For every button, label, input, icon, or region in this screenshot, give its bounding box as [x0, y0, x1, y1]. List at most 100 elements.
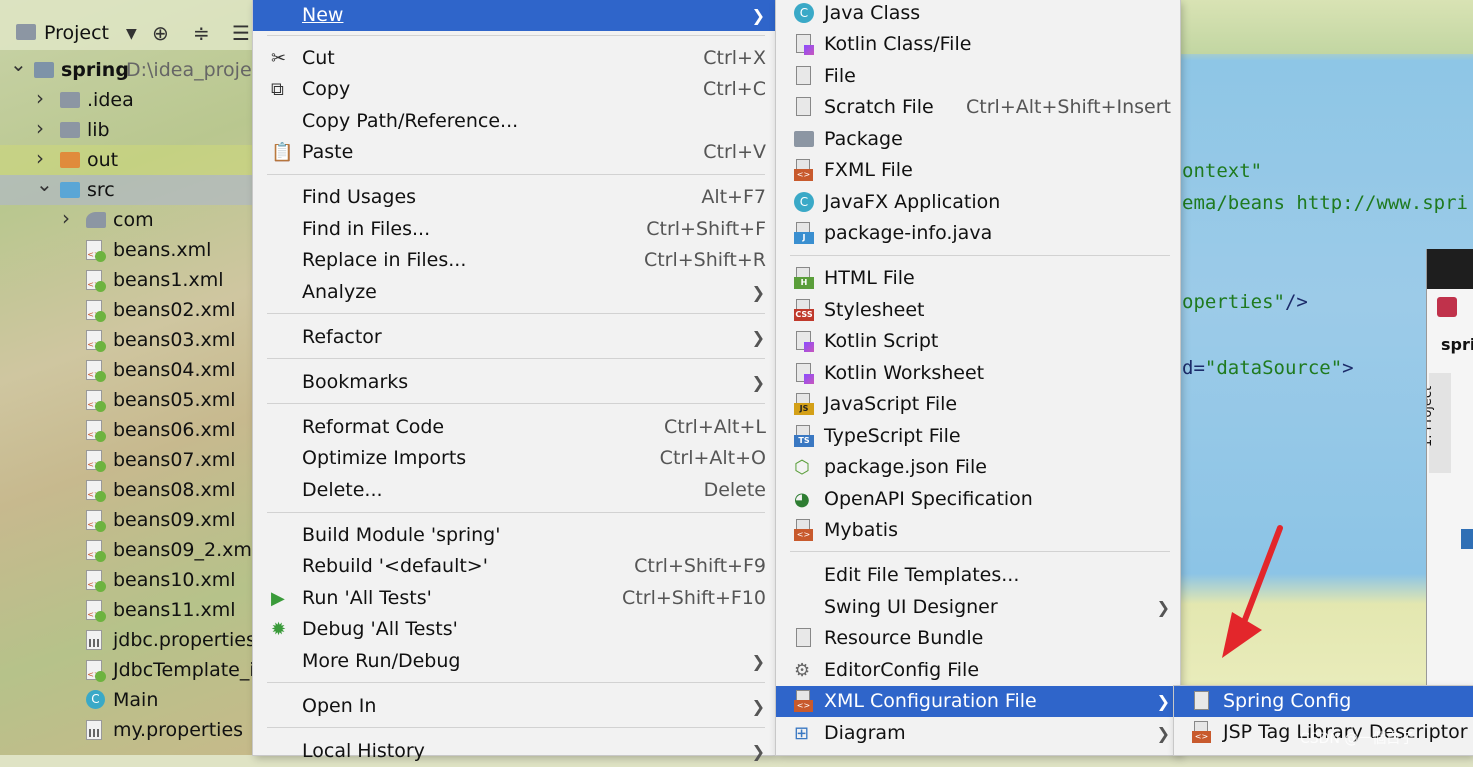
- menu-item-package-info[interactable]: Jpackage-info.java: [776, 218, 1180, 249]
- menu-item-typescript-file[interactable]: TS TypeScript File: [776, 421, 1180, 452]
- menu-item-rebuild[interactable]: Rebuild '<default>' Ctrl+Shift+F9: [253, 551, 775, 582]
- menu-item-package-json[interactable]: ⬡ package.json File: [776, 452, 1180, 483]
- tree-item-label: beans10.xml: [113, 569, 236, 591]
- tree-item-label: beans.xml: [113, 239, 212, 261]
- chevron-right-icon[interactable]: ›: [36, 113, 44, 143]
- menu-item-find-usages[interactable]: Find Usages Alt+F7: [253, 182, 775, 213]
- mini-selection: [1461, 529, 1473, 549]
- menu-item-run-tests[interactable]: ▶ Run 'All Tests' Ctrl+Shift+F10: [253, 583, 775, 614]
- tree-item[interactable]: <> JdbcTemplate_ic: [0, 655, 253, 685]
- menu-item-find-in-files[interactable]: Find in Files... Ctrl+Shift+F: [253, 214, 775, 245]
- chevron-down-icon[interactable]: ▼: [126, 26, 137, 42]
- menu-item-swing-ui-designer[interactable]: Swing UI Designer ❯: [776, 592, 1180, 623]
- menu-item-kotlin-script[interactable]: Kotlin Script: [776, 326, 1180, 357]
- menu-item-editorconfig[interactable]: ⚙ EditorConfig File: [776, 655, 1180, 686]
- menu-item-resource-bundle[interactable]: Resource Bundle: [776, 623, 1180, 654]
- tree-item[interactable]: <> beans11.xml: [0, 595, 253, 625]
- collapse-all-icon[interactable]: ≑: [193, 21, 210, 45]
- menu-item-open-in[interactable]: Open In ❯: [253, 691, 775, 722]
- menu-item-delete[interactable]: Delete... Delete: [253, 475, 775, 506]
- chevron-right-icon[interactable]: ›: [62, 203, 70, 233]
- chevron-down-icon[interactable]: ⌄: [10, 49, 27, 79]
- menu-item-new[interactable]: New ❯: [253, 0, 775, 31]
- tree-item[interactable]: ⌄ spring D:\idea_projec: [0, 52, 253, 85]
- file-icon: [796, 66, 811, 85]
- properties-file-icon: [86, 630, 102, 650]
- mybatis-file-icon: <>: [794, 519, 813, 541]
- menu-item-more-run-debug[interactable]: More Run/Debug ❯: [253, 646, 775, 677]
- menu-item-local-history[interactable]: Local History ❯: [253, 736, 775, 767]
- tree-item[interactable]: ⌄ src: [0, 172, 253, 205]
- tree-item[interactable]: › com: [0, 205, 253, 235]
- tree-item[interactable]: <> beans08.xml: [0, 475, 253, 505]
- menu-item-openapi[interactable]: ◕ OpenAPI Specification: [776, 484, 1180, 515]
- menu-item-kotlin-worksheet[interactable]: Kotlin Worksheet: [776, 358, 1180, 389]
- tree-item[interactable]: › lib: [0, 115, 253, 145]
- menu-item-mybatis[interactable]: <> Mybatis: [776, 515, 1180, 546]
- menu-item-stylesheet[interactable]: CSS Stylesheet: [776, 295, 1180, 326]
- menu-item-java-class[interactable]: C Java Class: [776, 0, 1180, 29]
- code-line: d="dataSource">: [1182, 357, 1354, 379]
- tree-item[interactable]: C Main: [0, 685, 253, 715]
- menu-item-spring-config[interactable]: Spring Config: [1174, 686, 1473, 717]
- java-class-icon: C: [794, 3, 814, 23]
- menu-item-cut[interactable]: ✂ Cut Ctrl+X: [253, 43, 775, 74]
- tree-item[interactable]: my.properties: [0, 715, 253, 745]
- chevron-right-icon: ❯: [751, 373, 765, 392]
- tree-item[interactable]: <> beans09.xml: [0, 505, 253, 535]
- menu-item-html-file[interactable]: H HTML File: [776, 263, 1180, 294]
- menu-item-optimize-imports[interactable]: Optimize Imports Ctrl+Alt+O: [253, 443, 775, 474]
- nodejs-icon: ⬡: [794, 457, 810, 478]
- project-tool-window: Project ▼ ⊕ ≑ ☰ ⌄ spring D:\idea_projec › .i…: [0, 0, 253, 755]
- tree-item[interactable]: <> beans06.xml: [0, 415, 253, 445]
- menu-item-edit-file-templates[interactable]: Edit File Templates...: [776, 560, 1180, 591]
- package-info-icon: J: [794, 222, 814, 244]
- tree-item[interactable]: <> beans03.xml: [0, 325, 253, 355]
- menu-item-analyze[interactable]: Analyze ❯: [253, 277, 775, 308]
- menu-item-javascript-file[interactable]: JS JavaScript File: [776, 389, 1180, 420]
- menu-item-replace-in-files[interactable]: Replace in Files... Ctrl+Shift+R: [253, 245, 775, 276]
- menu-item-debug-tests[interactable]: ✹ Debug 'All Tests': [253, 614, 775, 645]
- menu-item-javafx-application[interactable]: C JavaFX Application: [776, 187, 1180, 218]
- menu-item-file[interactable]: File: [776, 61, 1180, 92]
- menu-item-build-module[interactable]: Build Module 'spring': [253, 520, 775, 551]
- tree-item[interactable]: <> beans04.xml: [0, 355, 253, 385]
- xml-file-icon: <>: [86, 300, 106, 322]
- tree-item[interactable]: <> beans07.xml: [0, 445, 253, 475]
- project-view-selector[interactable]: Project: [44, 22, 109, 44]
- menu-item-copy[interactable]: ⧉ Copy Ctrl+C: [253, 74, 775, 105]
- chevron-right-icon[interactable]: ›: [36, 83, 44, 113]
- tree-item[interactable]: › .idea: [0, 85, 253, 115]
- tree-item[interactable]: <> beans10.xml: [0, 565, 253, 595]
- menu-item-diagram[interactable]: ⊞ Diagram ❯: [776, 718, 1180, 749]
- locate-icon[interactable]: ⊕: [152, 21, 169, 45]
- chevron-down-icon[interactable]: ⌄: [36, 169, 53, 199]
- menu-item-package[interactable]: Package: [776, 124, 1180, 155]
- embedded-ide-screenshot: spri 1: Project: [1426, 249, 1473, 755]
- menu-item-scratch-file[interactable]: Scratch File Ctrl+Alt+Shift+Insert: [776, 92, 1180, 123]
- tree-item-label: beans08.xml: [113, 479, 236, 501]
- xml-file-icon: <>: [86, 660, 106, 682]
- folder-icon: [60, 92, 80, 108]
- tree-item[interactable]: <> beans05.xml: [0, 385, 253, 415]
- xml-file-icon: <>: [86, 240, 106, 262]
- menu-item-fxml-file[interactable]: <> FXML File: [776, 155, 1180, 186]
- settings-icon[interactable]: ☰: [232, 21, 250, 45]
- tree-item[interactable]: <> beans1.xml: [0, 265, 253, 295]
- menu-item-paste[interactable]: 📋 Paste Ctrl+V: [253, 137, 775, 168]
- menu-item-xml-configuration-file[interactable]: <> XML Configuration File ❯: [776, 686, 1180, 717]
- menu-item-copy-path[interactable]: Copy Path/Reference...: [253, 106, 775, 137]
- tree-item[interactable]: <> beans.xml: [0, 235, 253, 265]
- tree-item[interactable]: <> beans09_2.xml: [0, 535, 253, 565]
- menu-item-kotlin-class[interactable]: Kotlin Class/File: [776, 29, 1180, 60]
- tree-item[interactable]: jdbc.properties: [0, 625, 253, 655]
- menu-item-reformat-code[interactable]: Reformat Code Ctrl+Alt+L: [253, 412, 775, 443]
- menu-item-refactor[interactable]: Refactor ❯: [253, 322, 775, 353]
- menu-item-bookmarks[interactable]: Bookmarks ❯: [253, 367, 775, 398]
- tree-item-label: my.properties: [113, 719, 244, 741]
- xml-file-icon: <>: [86, 420, 106, 442]
- kotlin-file-icon: [796, 34, 814, 55]
- tree-item-label: src: [87, 179, 115, 201]
- tree-item-label: beans05.xml: [113, 389, 236, 411]
- tree-item[interactable]: <> beans02.xml: [0, 295, 253, 325]
